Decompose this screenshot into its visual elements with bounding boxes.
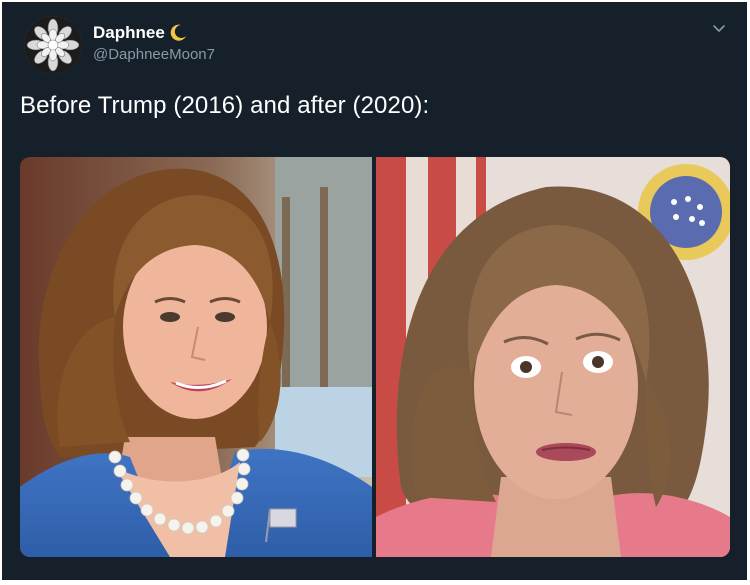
chevron-down-icon[interactable]: [711, 20, 727, 36]
author-name-text: Daphnee: [93, 23, 165, 42]
portrait-before-icon[interactable]: [20, 157, 372, 557]
author-display-name[interactable]: Daphnee: [93, 23, 187, 43]
portrait-after-icon[interactable]: [376, 157, 730, 557]
dahlia-avatar-image: [24, 16, 82, 74]
author-handle[interactable]: @DaphneeMoon7: [93, 46, 215, 63]
avatar[interactable]: [24, 16, 82, 74]
tweet-media[interactable]: [20, 157, 730, 557]
tweet-card[interactable]: Daphnee @DaphneeMoon7 Before Trump (2016…: [2, 2, 747, 580]
crescent-moon-icon: [169, 24, 187, 42]
tweet-text: Before Trump (2016) and after (2020):: [20, 92, 430, 119]
